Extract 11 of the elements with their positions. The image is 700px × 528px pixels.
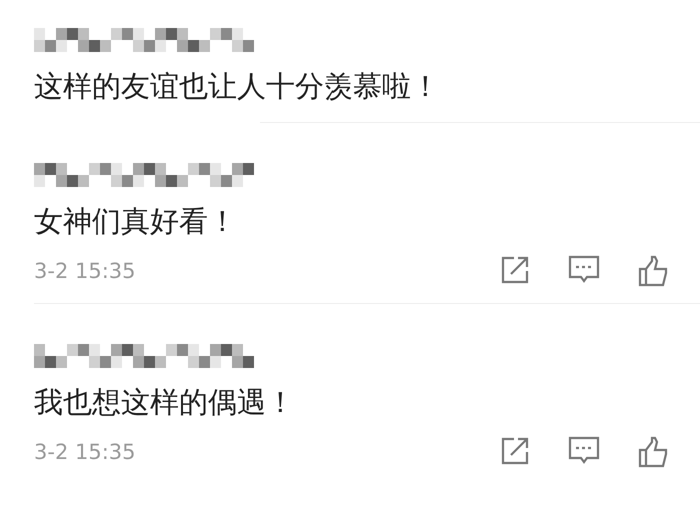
comment-icon[interactable]: [568, 255, 600, 285]
comment-text: 这样的友谊也让人十分羡慕啦！: [34, 68, 441, 105]
share-icon[interactable]: [500, 255, 530, 285]
comment-text: 我也想这样的偶遇！: [34, 384, 296, 421]
share-icon[interactable]: [500, 436, 530, 466]
comment-text: 女神们真好看！: [34, 203, 238, 240]
like-icon[interactable]: [638, 436, 670, 468]
comment-icon[interactable]: [568, 436, 600, 466]
comment-time: 3-2 15:35: [34, 440, 136, 464]
like-icon[interactable]: [638, 255, 670, 287]
comment-time: 3-2 15:35: [34, 259, 136, 283]
